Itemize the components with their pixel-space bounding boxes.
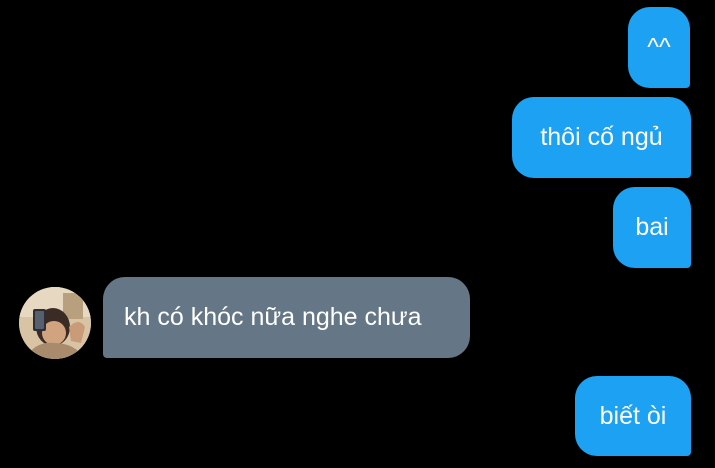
incoming-message-bubble[interactable]: kh có khóc nữa nghe chưa	[103, 277, 470, 358]
outgoing-message-bubble[interactable]: thôi cố ngủ	[512, 97, 691, 178]
outgoing-message-bubble[interactable]: bai	[613, 187, 691, 268]
message-text: thôi cố ngủ	[540, 123, 663, 151]
message-text: ^^	[647, 33, 671, 61]
avatar[interactable]	[19, 287, 91, 359]
user-avatar-photo	[19, 287, 91, 359]
chat-thread: ^^ thôi cố ngủ bai kh có khóc nữa nghe c…	[0, 0, 715, 468]
outgoing-message-bubble[interactable]: ^^	[628, 7, 690, 88]
message-text: bai	[635, 213, 669, 241]
outgoing-message-bubble[interactable]: biết òi	[575, 376, 691, 456]
message-text: biết òi	[599, 401, 667, 430]
message-text: kh có khóc nữa nghe chưa	[124, 303, 422, 331]
